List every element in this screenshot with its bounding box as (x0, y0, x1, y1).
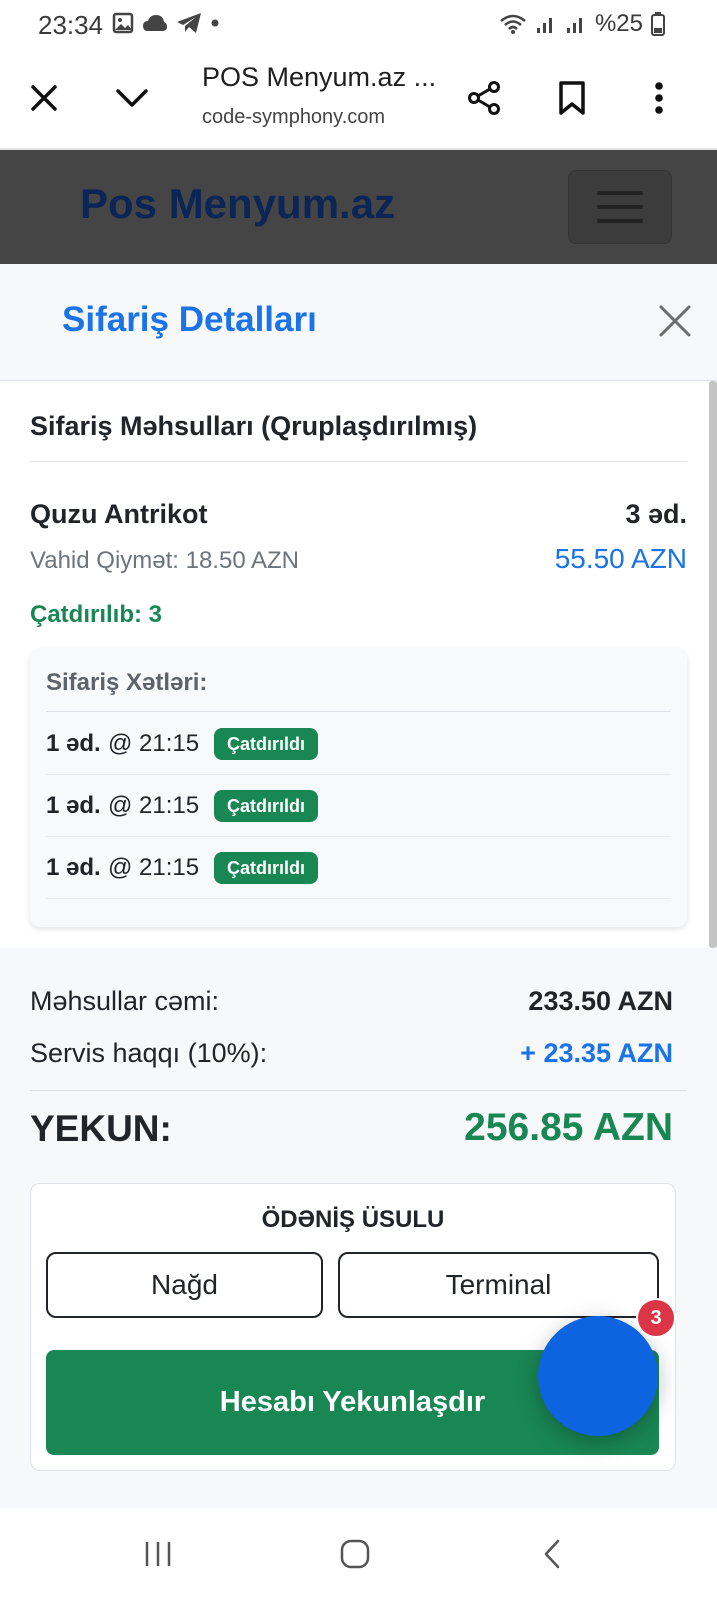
modal-title: Sifariş Detalları (62, 300, 317, 339)
modal-header: Sifariş Detalları (0, 264, 717, 381)
status-badge: Çatdırıldı (214, 728, 319, 760)
order-lines-title: Sifariş Xətləri: (46, 669, 208, 696)
menu-toggle-button[interactable] (568, 170, 672, 244)
bookmark-icon (559, 81, 585, 115)
product-name: Quzu Antrikot (30, 499, 208, 529)
status-notification-icons (112, 12, 220, 34)
menu-bar (597, 205, 643, 209)
more-vert-icon (655, 82, 663, 114)
close-icon (659, 305, 691, 337)
order-line-row: 1 əd. @ 21:15 Çatdırıldı (46, 836, 671, 899)
minimize-button[interactable] (110, 76, 154, 120)
back-button[interactable] (528, 1530, 576, 1578)
order-line-qty: 1 əd. (46, 730, 101, 757)
product-unit-price: Vahid Qiymət: 18.50 AZN (30, 547, 300, 574)
order-line-qty: 1 əd. (46, 854, 101, 881)
share-icon (468, 81, 500, 115)
order-line-qty: 1 əd. (46, 792, 101, 819)
status-time: 23:34 (38, 10, 104, 40)
bookmark-button[interactable] (550, 76, 594, 120)
service-fee-label: Servis haqqı (10%): (30, 1038, 268, 1068)
signal-icon (536, 18, 552, 33)
dot-icon (211, 19, 219, 27)
payment-method-title: ÖDƏNİŞ ÜSULU (261, 1206, 445, 1233)
brand-logo[interactable]: Pos Menyum.az (80, 180, 395, 228)
modal-body: Sifariş Məhsulları (Qruplaşdırılmış) Quz… (0, 381, 710, 948)
product-line-total: 55.50 AZN (554, 543, 687, 574)
terminal-payment-button[interactable]: Terminal (338, 1252, 659, 1318)
service-fee-value: + 23.35 AZN (520, 1038, 673, 1068)
menu-bar (597, 191, 643, 195)
status-bar: 23:34 %25 (0, 0, 717, 50)
page-title[interactable]: POS Menyum.az ... (202, 62, 436, 93)
recent-apps-button[interactable] (134, 1530, 182, 1578)
telegram-icon (177, 13, 201, 33)
back-icon (544, 1539, 560, 1569)
modal-scrollbar[interactable] (709, 381, 717, 948)
menu-bar (597, 219, 643, 223)
home-icon (340, 1539, 370, 1569)
order-line-time: @ 21:15 (108, 730, 200, 757)
divider (30, 461, 687, 462)
browser-toolbar: POS Menyum.az ... code-symphony.com (0, 50, 717, 150)
signal-icon (566, 18, 582, 33)
products-total-label: Məhsullar cəmi: (30, 986, 220, 1016)
status-badge: Çatdırıldı (214, 790, 319, 822)
status-badge: Çatdırıldı (214, 852, 319, 884)
cash-payment-button[interactable]: Nağd (46, 1252, 323, 1318)
floating-cart-button[interactable] (538, 1316, 658, 1436)
share-button[interactable] (462, 76, 506, 120)
more-options-button[interactable] (637, 76, 681, 120)
order-lines-card: Sifariş Xətləri: 1 əd. @ 21:15 Çatdırıld… (30, 649, 687, 927)
battery-icon (651, 12, 665, 36)
section-title: Sifariş Məhsulları (Qruplaşdırılmış) (30, 411, 478, 441)
order-line-row: 1 əd. @ 21:15 Çatdırıldı (46, 774, 671, 837)
chevron-down-icon (116, 89, 148, 107)
wifi-icon (500, 14, 526, 34)
order-line-time: @ 21:15 (108, 854, 200, 881)
close-tab-button[interactable] (22, 76, 66, 120)
product-quantity: 3 əd. (625, 499, 687, 529)
status-system-icons: %25 (499, 10, 665, 38)
recent-apps-icon (145, 1542, 171, 1566)
page-url[interactable]: code-symphony.com (202, 106, 385, 129)
notification-badge: 3 (636, 1298, 676, 1338)
products-total-value: 233.50 AZN (528, 986, 673, 1016)
cloud-icon (143, 15, 167, 31)
divider (30, 1090, 687, 1091)
grand-total-value: 256.85 AZN (464, 1106, 673, 1149)
home-button[interactable] (331, 1530, 379, 1578)
modal-close-button[interactable] (652, 298, 698, 344)
grand-total-label: YEKUN: (30, 1108, 172, 1149)
order-line-time: @ 21:15 (108, 792, 200, 819)
order-line-row: 1 əd. @ 21:15 Çatdırıldı (46, 712, 671, 775)
close-icon (31, 85, 57, 111)
delivered-count: Çatdırılıb: 3 (30, 601, 163, 628)
image-icon (112, 12, 134, 34)
system-navigation-bar (0, 1508, 717, 1600)
battery-percent: %25 (594, 10, 643, 37)
